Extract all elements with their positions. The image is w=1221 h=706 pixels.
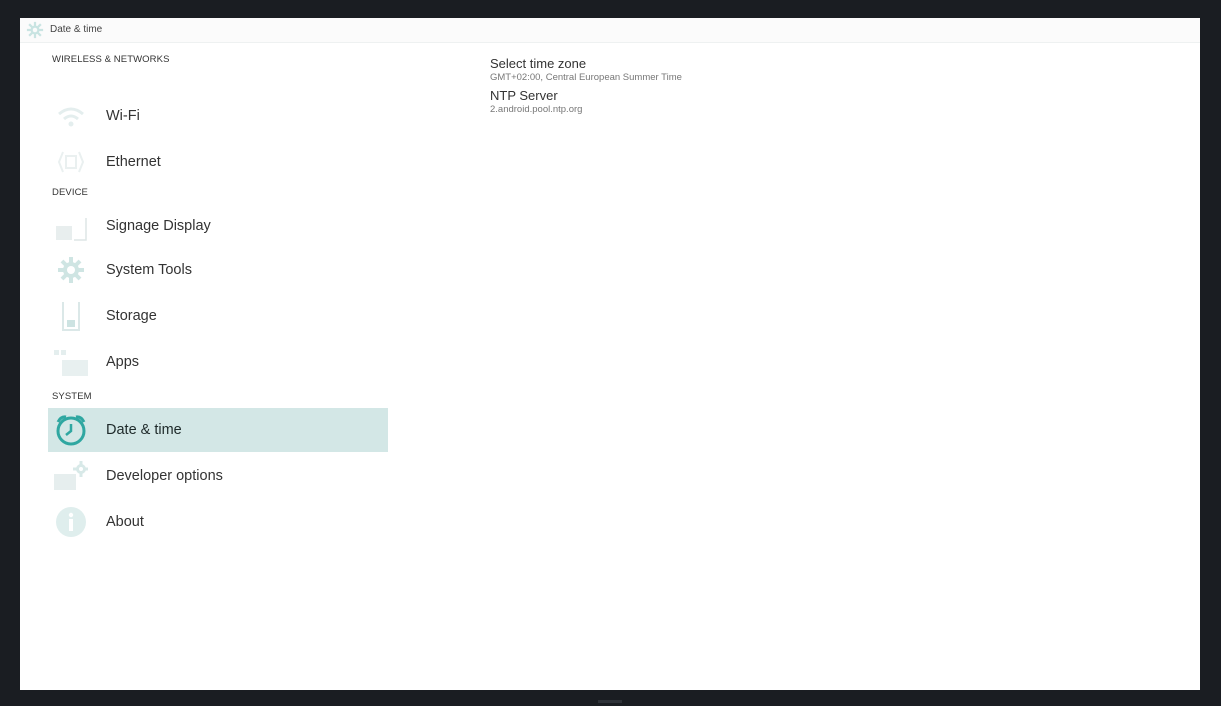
sidebar-item-date-time[interactable]: Date & time bbox=[48, 408, 388, 452]
sidebar-item-label: About bbox=[106, 514, 144, 530]
pref-summary: GMT+02:00, Central European Summer Time bbox=[490, 72, 682, 83]
sidebar-item-storage[interactable]: Storage bbox=[48, 294, 388, 338]
pref-title: Select time zone bbox=[490, 56, 587, 71]
sidebar-item-developer-options[interactable]: Developer options bbox=[48, 454, 388, 498]
settings-sidebar: WIRELESS & NETWORKS Wi-Fi Ethernet DEVIC… bbox=[20, 42, 400, 562]
monitor-bezel bbox=[0, 690, 1221, 706]
sidebar-item-label: Apps bbox=[106, 354, 140, 370]
sidebar-item-ethernet[interactable]: Ethernet bbox=[48, 140, 388, 184]
developer-icon bbox=[54, 461, 88, 490]
sidebar-item-system-tools[interactable]: System Tools bbox=[48, 248, 388, 292]
sidebar-item-label: Wi-Fi bbox=[106, 108, 140, 124]
sidebar-item-apps[interactable]: Apps bbox=[48, 340, 388, 384]
brand-logo bbox=[598, 700, 622, 703]
pref-summary: 2.android.pool.ntp.org bbox=[490, 104, 583, 115]
pref-title: NTP Server bbox=[490, 88, 558, 103]
sidebar-item-label: Signage Display bbox=[106, 218, 211, 234]
pref-ntp-server[interactable]: NTP Server 2.android.pool.ntp.org bbox=[490, 88, 1090, 116]
sidebar-item-signage-display[interactable]: Signage Display bbox=[48, 204, 388, 248]
detail-pane: Select time zone GMT+02:00, Central Euro… bbox=[490, 56, 1090, 120]
sidebar-item-label: System Tools bbox=[106, 262, 192, 278]
display-icon bbox=[56, 218, 87, 241]
info-icon bbox=[56, 507, 86, 537]
action-bar: Date & time bbox=[20, 18, 1200, 43]
storage-icon bbox=[62, 302, 80, 331]
pref-select-time-zone[interactable]: Select time zone GMT+02:00, Central Euro… bbox=[490, 56, 1090, 84]
page-title: Date & time bbox=[50, 24, 103, 35]
gear-icon[interactable] bbox=[26, 21, 44, 39]
gear-icon bbox=[58, 257, 84, 283]
section-header-wireless: WIRELESS & NETWORKS bbox=[52, 54, 170, 65]
settings-screen: Date & time WIRELESS & NETWORKS Wi-Fi Et… bbox=[20, 18, 1200, 690]
apps-icon bbox=[54, 350, 88, 376]
section-header-device: DEVICE bbox=[52, 187, 88, 198]
ethernet-icon bbox=[57, 151, 85, 173]
clock-icon bbox=[56, 415, 86, 446]
sidebar-item-label: Developer options bbox=[106, 468, 223, 484]
sidebar-item-label: Ethernet bbox=[106, 154, 161, 170]
wifi-icon bbox=[58, 107, 84, 127]
sidebar-item-wifi[interactable]: Wi-Fi bbox=[48, 94, 388, 138]
sidebar-item-label: Date & time bbox=[106, 422, 182, 438]
sidebar-item-about[interactable]: About bbox=[48, 500, 388, 544]
sidebar-item-label: Storage bbox=[106, 308, 157, 324]
section-header-system: SYSTEM bbox=[52, 391, 92, 402]
